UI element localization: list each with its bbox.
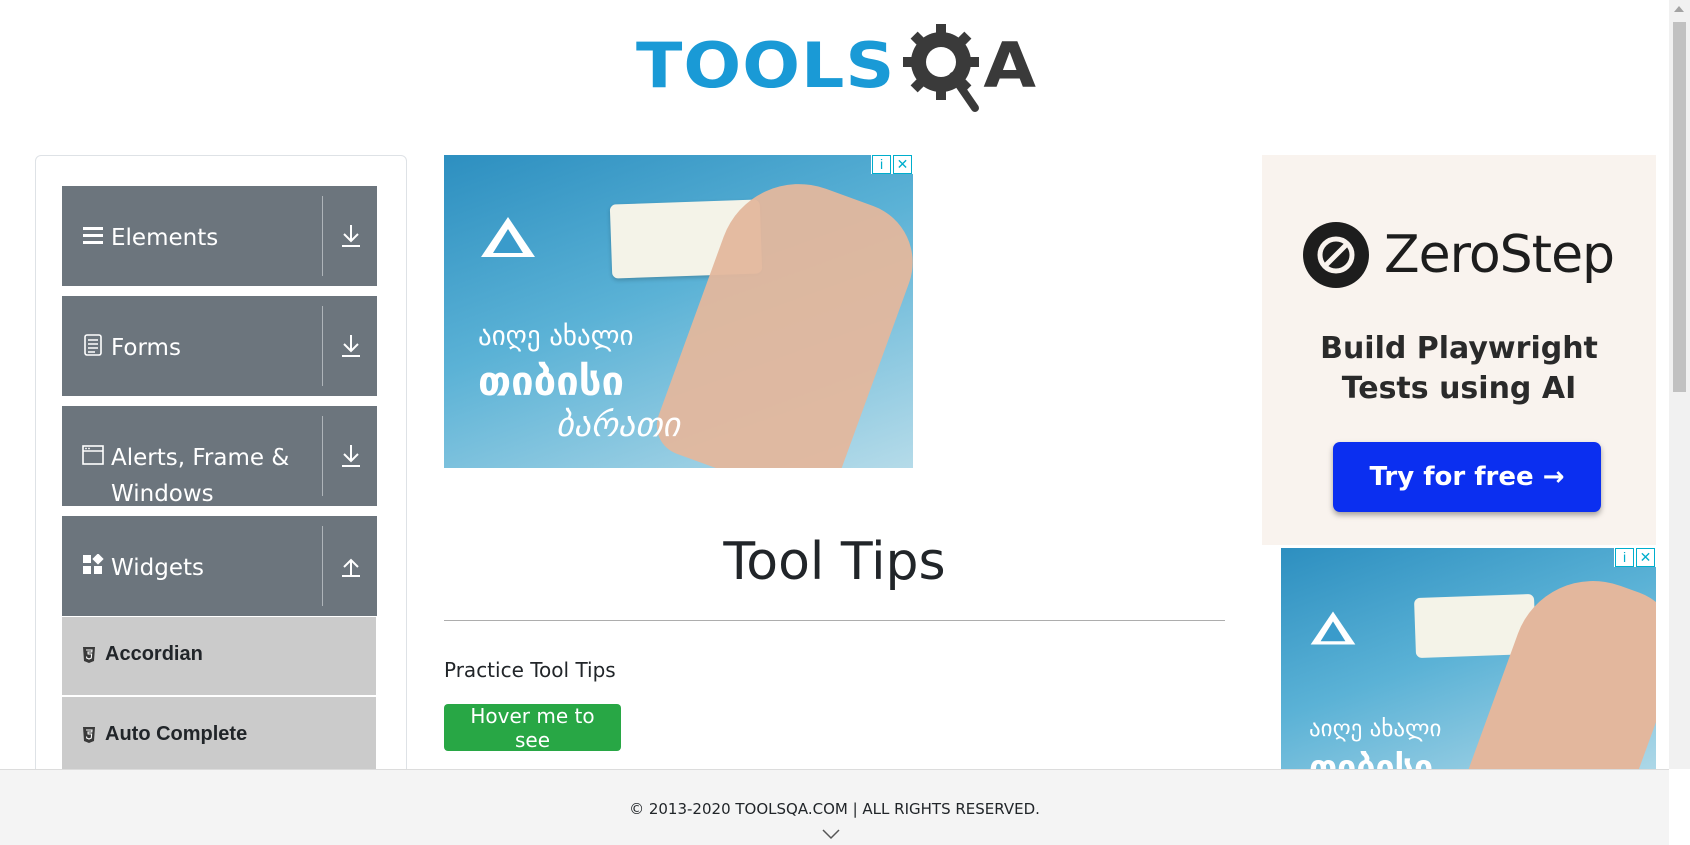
html5-icon — [83, 647, 95, 663]
ad-text-line1: აიღე ახალი — [1309, 716, 1442, 742]
sidebar-item-accordian[interactable]: Accordian — [62, 617, 376, 697]
ad-text-line2: თიბისი — [478, 359, 625, 405]
sidebar-group-label: Alerts, Frame & Windows — [111, 445, 290, 507]
html5-icon — [83, 727, 95, 743]
sidebar-group-elements[interactable]: Elements — [62, 186, 377, 286]
practice-heading: Practice Tool Tips — [444, 658, 616, 682]
ad-text-line3: ბარათი — [556, 405, 681, 445]
zerostep-logo-icon — [1303, 222, 1369, 288]
group-divider — [322, 196, 323, 276]
sidebar-group-label: Elements — [111, 225, 219, 251]
sidebar-group-label: Forms — [111, 335, 181, 361]
zerostep-advertisement[interactable]: ZeroStep Build Playwright Tests using AI… — [1262, 155, 1656, 545]
page-footer: © 2013-2020 TOOLSQA.COM | ALL RIGHTS RES… — [0, 769, 1669, 845]
scroll-up-arrow-icon[interactable] — [1674, 6, 1684, 12]
tagline-line2: Tests using AI — [1341, 371, 1577, 406]
zerostep-tagline: Build Playwright Tests using AI — [1262, 329, 1656, 409]
sidebar-item-label: Auto Complete — [105, 723, 248, 745]
bank-logo-icon — [481, 217, 535, 257]
group-divider — [322, 416, 323, 496]
ad-controls[interactable]: i ✕ — [871, 155, 913, 174]
hamburger-icon — [83, 227, 103, 244]
sidebar-group-alerts-frame-windows[interactable]: Alerts, Frame & Windows — [62, 406, 377, 507]
sidebar-group-label: Widgets — [111, 555, 204, 581]
try-for-free-button[interactable]: Try for free → — [1333, 442, 1601, 512]
left-sidebar: Elements Forms Alerts, Frame & Windows W… — [35, 155, 407, 797]
group-divider — [322, 526, 323, 606]
chevron-down-icon[interactable] — [822, 828, 840, 840]
ad-info-icon[interactable]: i — [1615, 548, 1634, 567]
group-divider — [322, 306, 323, 386]
ad-close-icon[interactable]: ✕ — [1636, 548, 1655, 567]
page-scrollbar[interactable] — [1669, 0, 1690, 769]
footer-copyright: © 2013-2020 TOOLSQA.COM | ALL RIGHTS RES… — [629, 800, 1040, 818]
ad-text-line1: აიღე ახალი — [478, 321, 634, 352]
scrollbar-thumb[interactable] — [1673, 22, 1686, 392]
document-icon — [84, 334, 102, 356]
ad-close-icon[interactable]: ✕ — [893, 155, 912, 174]
zerostep-brand-name: ZeroStep — [1384, 225, 1615, 285]
upload-arrow-icon[interactable] — [335, 550, 367, 582]
advertisement-banner[interactable]: აიღე ახალი თიბისი ბარათი i ✕ — [444, 155, 913, 468]
title-divider — [444, 620, 1225, 621]
hand-image — [1456, 558, 1656, 788]
ad-controls[interactable]: i ✕ — [1614, 548, 1656, 567]
gear-magnifier-q-icon — [903, 24, 980, 112]
advertisement-banner-right[interactable]: აიღე ახალი თიბისი i ✕ — [1281, 548, 1656, 788]
zerostep-logo: ZeroStep — [1302, 221, 1615, 289]
bank-logo-icon — [1310, 611, 1356, 645]
widgets-icon — [83, 554, 104, 574]
sidebar-item-label: Accordian — [105, 643, 203, 665]
logo-text-tools: TOOLS — [636, 30, 896, 103]
tagline-line1: Build Playwright — [1320, 331, 1598, 366]
download-arrow-icon[interactable] — [335, 330, 367, 362]
site-logo[interactable]: TOOLS A — [636, 18, 1038, 116]
window-icon — [82, 445, 104, 465]
sidebar-item-auto-complete[interactable]: Auto Complete — [62, 697, 376, 777]
download-arrow-icon[interactable] — [335, 220, 367, 252]
ad-info-icon[interactable]: i — [872, 155, 891, 174]
sidebar-group-widgets[interactable]: Widgets — [62, 516, 377, 616]
download-arrow-icon[interactable] — [335, 440, 367, 472]
page-title: Tool Tips — [723, 532, 946, 592]
sidebar-group-forms[interactable]: Forms — [62, 296, 377, 396]
tooltip-hover-button[interactable]: Hover me to see — [444, 704, 621, 752]
logo-text-a: A — [983, 30, 1036, 103]
